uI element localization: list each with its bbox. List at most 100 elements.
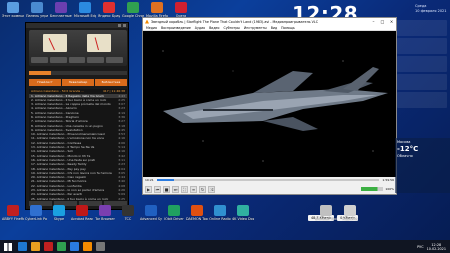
desktop-icon[interactable]: Online Radio [209, 205, 231, 221]
weather-gadget[interactable]: Москва -12°C Облачно [395, 138, 450, 193]
desktop-icon-label: DAEMON Tools Lite [186, 217, 208, 221]
desktop-icon[interactable]: Бесплатные игры [50, 2, 72, 18]
vlc-window[interactable]: Звездный корабль | Starflight The Plane … [142, 17, 397, 195]
desktop-icon[interactable]: Mozilla Firefox [146, 2, 168, 18]
stop-button[interactable] [87, 57, 105, 63]
clock-date-text: 10 февраля 2021 [415, 8, 447, 13]
loop-icon[interactable]: ↻ [199, 185, 206, 193]
language-indicator[interactable]: РУС [417, 245, 423, 249]
pause-button[interactable] [68, 57, 86, 63]
vlc-menu-item[interactable]: Медиа [146, 25, 157, 30]
taskbar-app-icon[interactable] [57, 242, 66, 251]
gadget-slot[interactable] [397, 38, 447, 54]
maximize-icon[interactable]: □ [378, 19, 387, 24]
desktop-icon[interactable]: Opera [170, 2, 192, 18]
vlc-menu-item[interactable]: Аудио [195, 25, 205, 30]
desktop-icon-label: Google Chrome [122, 14, 144, 18]
vlc-menu-item[interactable]: Помощь [281, 25, 295, 30]
vlc-menu-item[interactable]: Видео [209, 25, 219, 30]
gadget-slot[interactable] [397, 74, 447, 90]
desktop-icon[interactable]: CyberLink PowerDVD [25, 205, 47, 221]
minimize-icon[interactable] [118, 24, 121, 27]
windows-start-icon[interactable] [4, 242, 12, 251]
player-tab[interactable]: Эквалайзер [62, 79, 94, 86]
desktop-icon-label: Бесплатные игры [50, 14, 72, 18]
player-tab[interactable]: Библиотека [95, 79, 127, 86]
desktop-icon[interactable]: Корзина [339, 205, 361, 221]
weather-temp: -12°C [397, 145, 419, 153]
vlc-menu-item[interactable]: Вид [271, 25, 277, 30]
vlc-menu-item[interactable]: Субтитры [223, 25, 239, 30]
app-icon [7, 205, 19, 216]
app-icon [122, 205, 134, 216]
taskbar-app-icon[interactable] [70, 242, 79, 251]
app-icon [7, 2, 19, 13]
taskbar-clock[interactable]: 12:28 10.02.2021 [427, 243, 446, 251]
fullscreen-icon[interactable]: ⛶ [181, 185, 188, 193]
next-icon[interactable]: ⏭ [172, 185, 179, 193]
playlist-icon[interactable]: ≡ [190, 185, 197, 193]
desktop-icon[interactable]: TCC [117, 205, 139, 221]
desktop-icon[interactable]: IObit Driver [163, 205, 185, 221]
desktop-icon[interactable]: Яндекс Браузер [98, 2, 120, 18]
player-titlebar[interactable] [26, 23, 128, 28]
app-icon [344, 205, 356, 216]
desktop-icon[interactable]: Advanced SystemCare [140, 205, 162, 221]
player-tab[interactable]: Плейлист [29, 79, 61, 86]
vlc-cone-icon [145, 19, 149, 24]
vlc-menu-item[interactable]: Инструменты [244, 25, 267, 30]
vu-meter-right [87, 34, 111, 52]
next-button[interactable] [106, 57, 123, 63]
shuffle-icon[interactable]: ⤨ [208, 185, 215, 193]
desktop-icon[interactable]: DAEMON Tools Lite [186, 205, 208, 221]
gadget-slot[interactable] [397, 92, 447, 108]
weather-desc: Облачно [397, 154, 413, 158]
taskbar-app-icon[interactable] [83, 242, 92, 251]
gadget-slot[interactable] [397, 56, 447, 72]
app-icon [168, 205, 180, 216]
app-icon [31, 2, 43, 13]
desktop-icon-label: CyberLink PowerDVD [25, 217, 47, 221]
desktop-icon[interactable]: Skype [48, 205, 70, 221]
desktop-icon[interactable]: Этот компьютер [2, 2, 24, 18]
taskbar-app-icon[interactable] [31, 242, 40, 251]
video-frame[interactable] [143, 31, 396, 177]
vlc-menu-item[interactable]: Воспроизведение [161, 25, 191, 30]
minimize-icon[interactable]: – [369, 19, 378, 24]
desktop-icon-label: Online Radio [209, 217, 231, 221]
app-icon [145, 205, 157, 216]
vlc-time-current: 10:21 [145, 178, 154, 182]
prev-icon[interactable]: ⏮ [154, 185, 161, 193]
stop-icon[interactable]: ■ [163, 185, 170, 193]
system-tray: РУС 12:28 10.02.2021 [417, 243, 450, 251]
music-player-window[interactable]: Плейлист Эквалайзер Библиотека Adriano Cel… [25, 22, 129, 210]
app-icon [55, 2, 67, 13]
desktop-icon[interactable]: Acrobat Reader [71, 205, 93, 221]
playlist[interactable]: Adriano Celentano - 50 Il Grande ... 417… [29, 89, 127, 201]
taskbar-app-icon[interactable] [18, 242, 27, 251]
desktop-icon[interactable]: Microsoft Edge [74, 2, 96, 18]
desktop-icon[interactable]: 4K Video Downloader [232, 205, 254, 221]
taskbar-app-icon[interactable] [44, 242, 53, 251]
desktop-icon[interactable]: Uninstall Tool [315, 205, 337, 221]
desktop-icon-label: Skype [53, 217, 65, 221]
close-icon[interactable] [123, 24, 126, 27]
desktop-icon[interactable]: ABBYY FineReader [2, 205, 24, 221]
volume-slider[interactable] [361, 187, 384, 191]
app-icon [79, 2, 91, 13]
player-seek-bar[interactable] [29, 71, 127, 75]
desktop-icon[interactable]: Панель управления [26, 2, 48, 18]
app-icon [103, 2, 115, 13]
desktop-icon[interactable]: Tor Browser [94, 205, 116, 221]
player-tabs: Плейлист Эквалайзер Библиотека [29, 79, 127, 86]
player-deck [29, 30, 127, 66]
gadget-slot[interactable] [397, 20, 447, 36]
desktop-icon[interactable]: Google Chrome [122, 2, 144, 18]
vlc-titlebar[interactable]: Звездный корабль | Starflight The Plane … [143, 18, 396, 25]
play-icon[interactable]: ▶ [145, 185, 152, 193]
close-icon[interactable]: × [387, 19, 396, 24]
play-button[interactable] [49, 57, 67, 63]
taskbar-app-icon[interactable] [96, 242, 105, 251]
prev-button[interactable] [31, 57, 48, 63]
vlc-seek-bar[interactable] [156, 179, 380, 181]
